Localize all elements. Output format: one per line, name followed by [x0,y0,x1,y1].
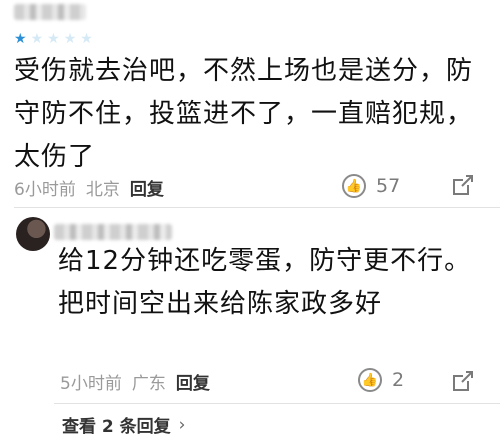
divider [54,403,500,404]
like-button[interactable]: 👍 2 [358,368,404,392]
avatar[interactable] [16,217,50,251]
like-button[interactable]: 👍 57 [342,174,400,198]
comment-text: 受伤就去治吧，不然上场也是送分，防守防不住，投篮进不了，一直赔犯规，太伤了 [14,56,474,172]
blurred-username[interactable] [54,224,172,240]
share-icon[interactable] [452,174,474,196]
chevron-right-icon: › [178,414,186,435]
rating-stars: ★ ★ ★ ★ ★ [14,32,93,46]
like-count: 2 [392,369,405,391]
comment-text: 给12分钟还吃零蛋，防守更不行。把时间空出来给陈家政多好 [58,246,472,319]
view-replies-link[interactable]: 查看 2 条回复 › [62,412,186,438]
divider [14,207,500,208]
comment-location: 广东 [131,374,166,394]
star-filled-icon: ★ [14,31,27,47]
thumbs-up-circle-icon: 👍 [342,174,366,198]
comment-time: 6小时前 [14,180,76,200]
star-empty-icon: ★ [30,31,44,47]
view-replies-label: 查看 2 条回复 [62,417,171,437]
reply-button[interactable]: 回复 [130,175,164,200]
like-count: 57 [376,175,401,197]
reply-button[interactable]: 回复 [176,369,210,394]
comment-time: 5小时前 [60,374,122,394]
comment-meta: 5小时前 广东 回复 [60,369,210,394]
comment-meta: 6小时前 北京 回复 [14,175,164,200]
comment-location: 北京 [85,180,120,200]
star-empty-icon: ★ [80,31,93,47]
star-empty-icon: ★ [47,31,60,47]
star-empty-icon: ★ [63,31,77,47]
share-icon[interactable] [452,370,474,392]
thumbs-up-circle-icon: 👍 [358,368,382,392]
blurred-username[interactable] [14,4,86,20]
